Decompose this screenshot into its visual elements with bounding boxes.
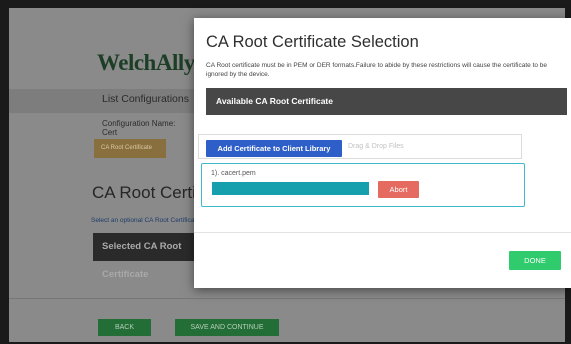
select-hint-link[interactable]: Select an optional CA Root Certificate <box>91 217 200 224</box>
configuration-name: Configuration Name: Cert <box>102 119 202 137</box>
footer-divider <box>9 298 565 299</box>
back-button[interactable]: BACK <box>98 319 151 336</box>
modal-title: CA Root Certificate Selection <box>206 33 419 51</box>
available-certificate-header: Available CA Root Certificate <box>206 88 567 115</box>
list-configurations-link[interactable]: List Configurations <box>102 93 189 105</box>
configuration-name-label: Configuration Name: <box>102 119 176 128</box>
save-and-continue-button[interactable]: SAVE AND CONTINUE <box>175 319 279 336</box>
configuration-name-value: Cert <box>102 128 118 137</box>
upload-file-item: 1). cacert.pem Abort <box>201 163 525 207</box>
upload-dropzone[interactable]: Add Certificate to Client Library Drag &… <box>198 134 522 159</box>
upload-progress-fill <box>212 182 369 195</box>
modal-description: CA Root certificate must be in PEM or DE… <box>206 62 548 78</box>
upload-progress-bar <box>212 182 369 195</box>
file-name: 1). cacert.pem <box>211 170 256 177</box>
modal-divider <box>194 232 571 233</box>
add-certificate-button[interactable]: Add Certificate to Client Library <box>206 140 342 157</box>
done-button[interactable]: DONE <box>509 251 561 270</box>
welch-allyn-logo: WelchAllyn <box>97 50 208 75</box>
drag-drop-hint: Drag & Drop Files <box>348 143 404 150</box>
ca-root-certificate-step[interactable]: CA Root Certificate <box>94 139 166 158</box>
abort-button[interactable]: Abort <box>378 181 419 198</box>
certificate-selection-modal: CA Root Certificate Selection CA Root ce… <box>194 18 571 288</box>
